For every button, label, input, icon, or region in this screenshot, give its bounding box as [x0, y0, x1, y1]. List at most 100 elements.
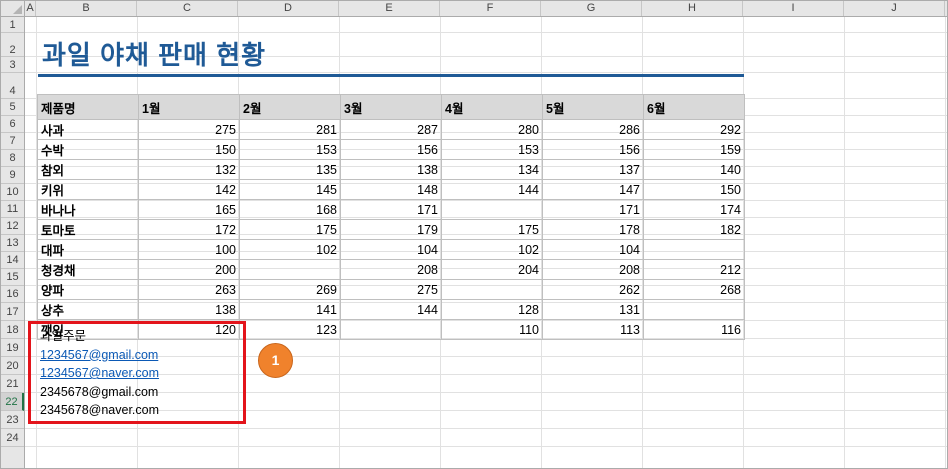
sales-cell[interactable]: 171: [542, 199, 644, 220]
sales-cell[interactable]: 286: [542, 119, 644, 140]
sales-cell[interactable]: [239, 259, 341, 280]
sales-cell[interactable]: 168: [239, 199, 341, 220]
sales-cell[interactable]: 144: [441, 179, 543, 200]
column-title[interactable]: 3월: [340, 94, 442, 120]
row-header-3[interactable]: 3: [1, 57, 24, 73]
sales-cell[interactable]: 269: [239, 279, 341, 300]
sales-cell[interactable]: 141: [239, 299, 341, 320]
sales-cell[interactable]: 153: [239, 139, 341, 160]
sales-cell[interactable]: 131: [542, 299, 644, 320]
product-name-cell[interactable]: 키위: [37, 179, 139, 200]
row-header-6[interactable]: 6: [1, 116, 24, 133]
sales-cell[interactable]: 150: [138, 139, 240, 160]
sales-cell[interactable]: 104: [542, 239, 644, 260]
product-name-cell[interactable]: 사과: [37, 119, 139, 140]
product-name-cell[interactable]: 바나나: [37, 199, 139, 220]
sales-cell[interactable]: 165: [138, 199, 240, 220]
sales-cell[interactable]: 275: [340, 279, 442, 300]
sales-cell[interactable]: 171: [340, 199, 442, 220]
column-header-g[interactable]: G: [541, 1, 642, 16]
row-header-11[interactable]: 11: [1, 201, 24, 218]
product-name-cell[interactable]: 상추: [37, 299, 139, 320]
sales-cell[interactable]: 280: [441, 119, 543, 140]
row-header-1[interactable]: 1: [1, 17, 24, 33]
row-header-8[interactable]: 8: [1, 150, 24, 167]
column-title[interactable]: 1월: [138, 94, 240, 120]
sales-cell[interactable]: 208: [340, 259, 442, 280]
row-header-15[interactable]: 15: [1, 269, 24, 286]
sales-cell[interactable]: 148: [340, 179, 442, 200]
sales-cell[interactable]: 110: [441, 319, 543, 340]
sales-cell[interactable]: [643, 239, 745, 260]
sales-cell[interactable]: 100: [138, 239, 240, 260]
sales-cell[interactable]: 178: [542, 219, 644, 240]
row-header-5[interactable]: 5: [1, 99, 24, 116]
sales-cell[interactable]: 156: [542, 139, 644, 160]
sales-cell[interactable]: 147: [542, 179, 644, 200]
row-header-23[interactable]: 23: [1, 411, 24, 429]
row-header-2[interactable]: 2: [1, 33, 24, 57]
sales-cell[interactable]: 268: [643, 279, 745, 300]
column-header-i[interactable]: I: [743, 1, 844, 16]
column-header-j[interactable]: J: [844, 1, 945, 16]
sales-cell[interactable]: 212: [643, 259, 745, 280]
column-title[interactable]: 제품명: [37, 94, 139, 120]
sales-cell[interactable]: 150: [643, 179, 745, 200]
sales-cell[interactable]: 281: [239, 119, 341, 140]
row-header-24[interactable]: 24: [1, 429, 24, 447]
sales-cell[interactable]: 144: [340, 299, 442, 320]
sales-cell[interactable]: 182: [643, 219, 745, 240]
row-header-7[interactable]: 7: [1, 133, 24, 150]
column-header-f[interactable]: F: [440, 1, 541, 16]
row-header-13[interactable]: 13: [1, 235, 24, 252]
row-header-20[interactable]: 20: [1, 357, 24, 375]
sales-cell[interactable]: 175: [239, 219, 341, 240]
sales-cell[interactable]: 200: [138, 259, 240, 280]
row-header-10[interactable]: 10: [1, 184, 24, 201]
sales-cell[interactable]: 128: [441, 299, 543, 320]
sales-cell[interactable]: 292: [643, 119, 745, 140]
sales-cell[interactable]: [340, 319, 442, 340]
column-title[interactable]: 5월: [542, 94, 644, 120]
sales-cell[interactable]: 113: [542, 319, 644, 340]
row-header-9[interactable]: 9: [1, 167, 24, 184]
column-title[interactable]: 2월: [239, 94, 341, 120]
sales-cell[interactable]: 175: [441, 219, 543, 240]
sales-cell[interactable]: 208: [542, 259, 644, 280]
product-name-cell[interactable]: 수박: [37, 139, 139, 160]
sales-cell[interactable]: 102: [239, 239, 341, 260]
sales-cell[interactable]: 142: [138, 179, 240, 200]
sales-cell[interactable]: 275: [138, 119, 240, 140]
sales-cell[interactable]: 156: [340, 139, 442, 160]
sales-cell[interactable]: 137: [542, 159, 644, 180]
sales-cell[interactable]: 263: [138, 279, 240, 300]
select-all-corner[interactable]: [1, 1, 25, 17]
sales-cell[interactable]: 138: [138, 299, 240, 320]
column-header-a[interactable]: A: [25, 1, 36, 16]
sales-cell[interactable]: 172: [138, 219, 240, 240]
sales-cell[interactable]: 123: [239, 319, 341, 340]
product-name-cell[interactable]: 양파: [37, 279, 139, 300]
sales-cell[interactable]: 134: [441, 159, 543, 180]
sales-cell[interactable]: [441, 199, 543, 220]
row-header-4[interactable]: 4: [1, 73, 24, 99]
row-header-14[interactable]: 14: [1, 252, 24, 269]
sales-cell[interactable]: 262: [542, 279, 644, 300]
row-header-16[interactable]: 16: [1, 286, 24, 303]
row-header-22[interactable]: 22: [1, 393, 24, 411]
column-header-c[interactable]: C: [137, 1, 238, 16]
sales-cell[interactable]: [643, 299, 745, 320]
sales-cell[interactable]: [441, 279, 543, 300]
sales-cell[interactable]: 104: [340, 239, 442, 260]
column-title[interactable]: 6월: [643, 94, 745, 120]
product-name-cell[interactable]: 청경채: [37, 259, 139, 280]
sales-cell[interactable]: 204: [441, 259, 543, 280]
sales-cell[interactable]: 140: [643, 159, 745, 180]
row-header-21[interactable]: 21: [1, 375, 24, 393]
sales-cell[interactable]: 116: [643, 319, 745, 340]
sales-cell[interactable]: 159: [643, 139, 745, 160]
row-header-18[interactable]: 18: [1, 321, 24, 339]
sales-cell[interactable]: 102: [441, 239, 543, 260]
sales-cell[interactable]: 287: [340, 119, 442, 140]
product-name-cell[interactable]: 참외: [37, 159, 139, 180]
